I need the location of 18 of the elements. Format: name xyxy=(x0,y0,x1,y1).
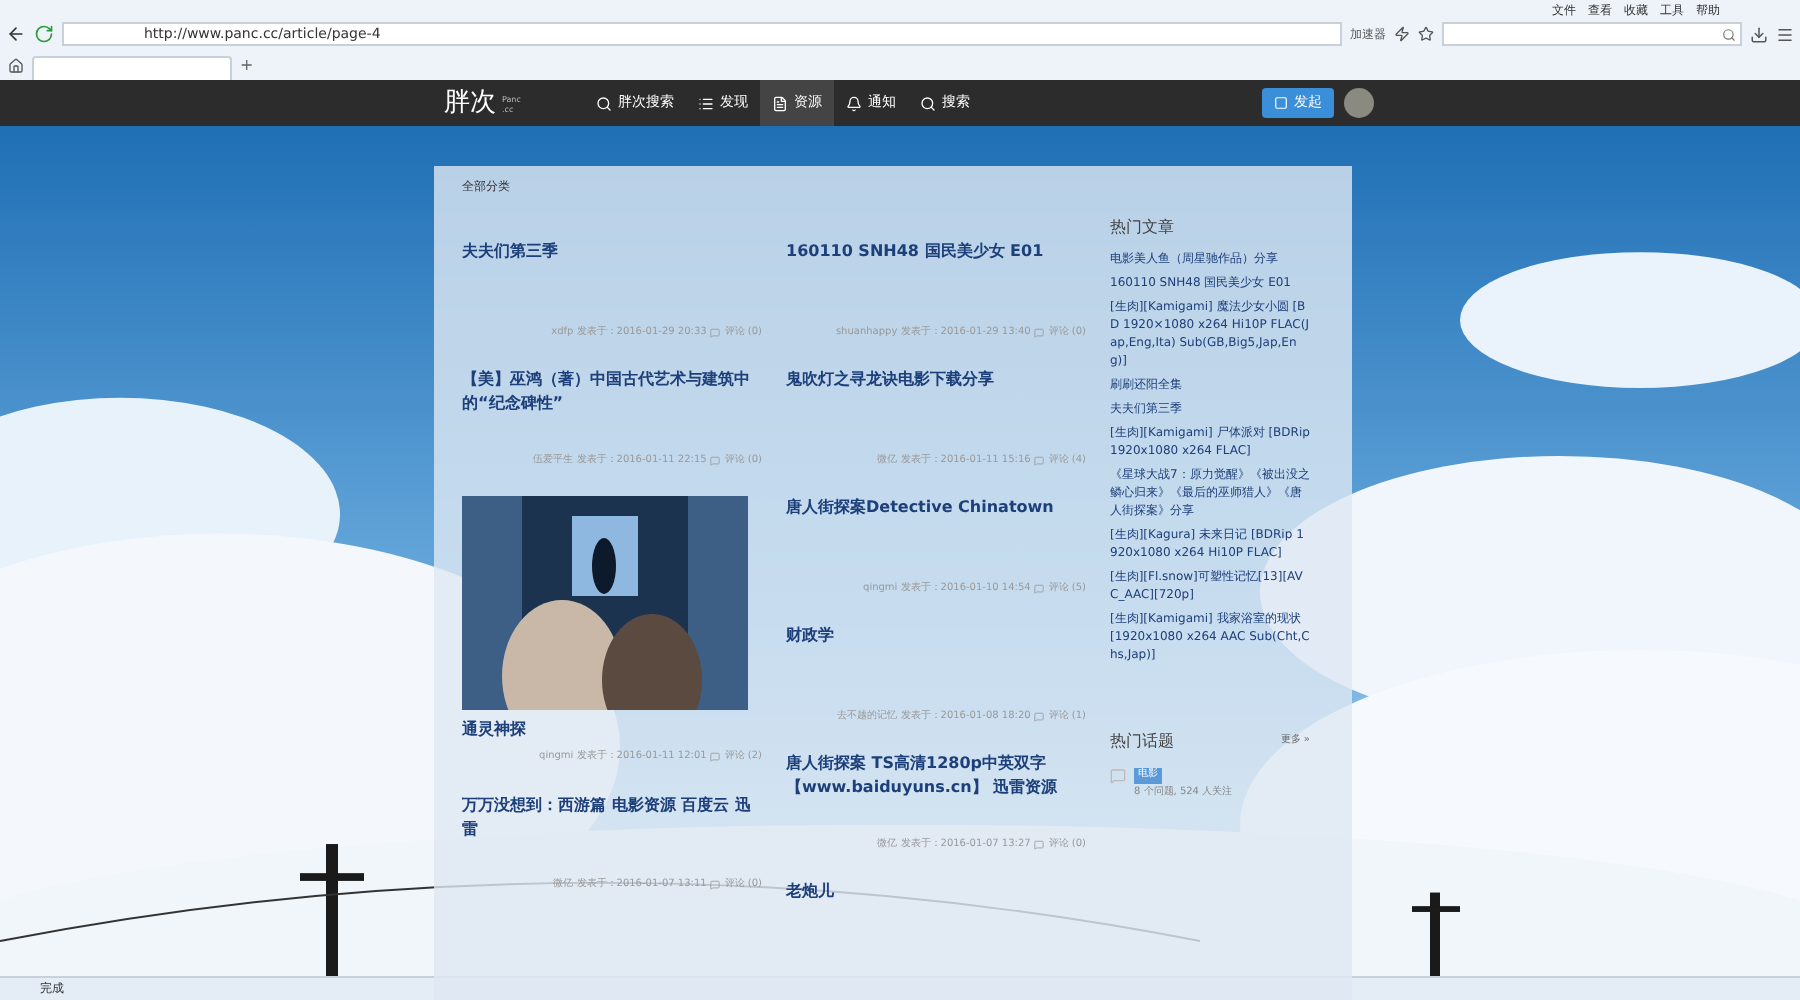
new-tab-button[interactable]: + xyxy=(240,54,254,78)
lightning-icon[interactable] xyxy=(1394,26,1410,42)
list-icon xyxy=(698,95,714,111)
search-icon xyxy=(920,95,936,111)
menu-icon[interactable] xyxy=(1776,25,1794,43)
edit-icon xyxy=(1274,96,1288,110)
star-icon[interactable] xyxy=(1418,26,1434,42)
home-icon[interactable] xyxy=(8,58,24,74)
document-icon xyxy=(772,95,788,111)
back-icon[interactable] xyxy=(6,24,26,44)
avatar[interactable] xyxy=(1344,88,1374,118)
search-icon xyxy=(596,95,612,111)
search-field[interactable] xyxy=(1442,22,1742,46)
bell-icon xyxy=(846,95,862,111)
site-logo[interactable]: 胖次 xyxy=(444,83,496,123)
refresh-icon[interactable] xyxy=(34,24,54,44)
search-icon xyxy=(1722,27,1736,41)
download-icon[interactable] xyxy=(1750,25,1768,43)
